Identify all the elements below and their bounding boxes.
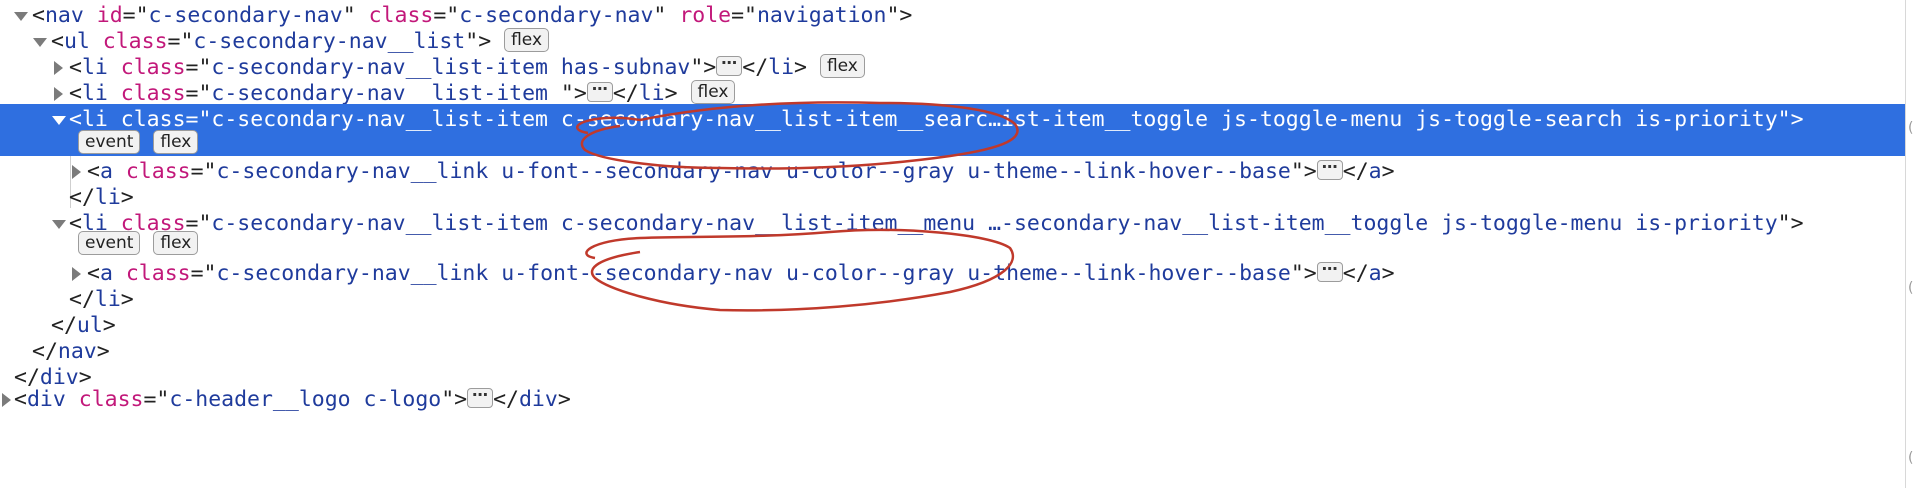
triangle-right-icon[interactable] (54, 87, 63, 101)
panel-tick-icon: ( (1908, 450, 1914, 466)
node-badges: event flex (78, 130, 199, 156)
event-badge[interactable]: event (78, 130, 141, 154)
triangle-right-icon[interactable] (72, 267, 81, 281)
node-text: <div class="c-header__logo c-logo"> ⋯ </di… (14, 385, 571, 413)
flex-badge[interactable]: flex (153, 231, 199, 255)
dom-node-div-logo[interactable]: <div class="c-header__logo c-logo"> ⋯ </di… (0, 384, 1906, 416)
triangle-right-icon[interactable] (2, 393, 11, 407)
side-panel-edge: ( ( ( (1905, 0, 1920, 488)
panel-tick-icon: ( (1908, 280, 1914, 296)
dom-node-li-menu-badges: event flex (0, 231, 1906, 258)
triangle-down-icon[interactable] (52, 116, 66, 125)
panel-tick-icon: ( (1908, 120, 1914, 136)
flex-badge[interactable]: flex (504, 28, 550, 52)
triangle-right-icon[interactable] (72, 165, 81, 179)
triangle-down-icon[interactable] (52, 220, 66, 229)
collapsed-children-button[interactable]: ⋯ (467, 387, 494, 408)
collapsed-children-button[interactable]: ⋯ (1316, 159, 1343, 180)
triangle-down-icon[interactable] (33, 38, 47, 47)
collapsed-children-button[interactable]: ⋯ (1316, 261, 1343, 282)
collapsed-children-button[interactable]: ⋯ (716, 55, 743, 76)
triangle-right-icon[interactable] (54, 61, 63, 75)
triangle-down-icon[interactable] (14, 12, 28, 21)
collapsed-children-button[interactable]: ⋯ (586, 81, 613, 102)
flex-badge[interactable]: flex (690, 80, 736, 104)
flex-badge[interactable]: flex (819, 54, 865, 78)
flex-badge[interactable]: flex (153, 130, 199, 154)
event-badge[interactable]: event (78, 231, 141, 255)
node-badges: event flex (78, 231, 199, 258)
node-text: <li class="c-secondary-nav__list-item c-… (69, 107, 1804, 132)
dom-node-li-search-selected[interactable]: <li class="c-secondary-nav__list-item c-… (0, 104, 1906, 156)
